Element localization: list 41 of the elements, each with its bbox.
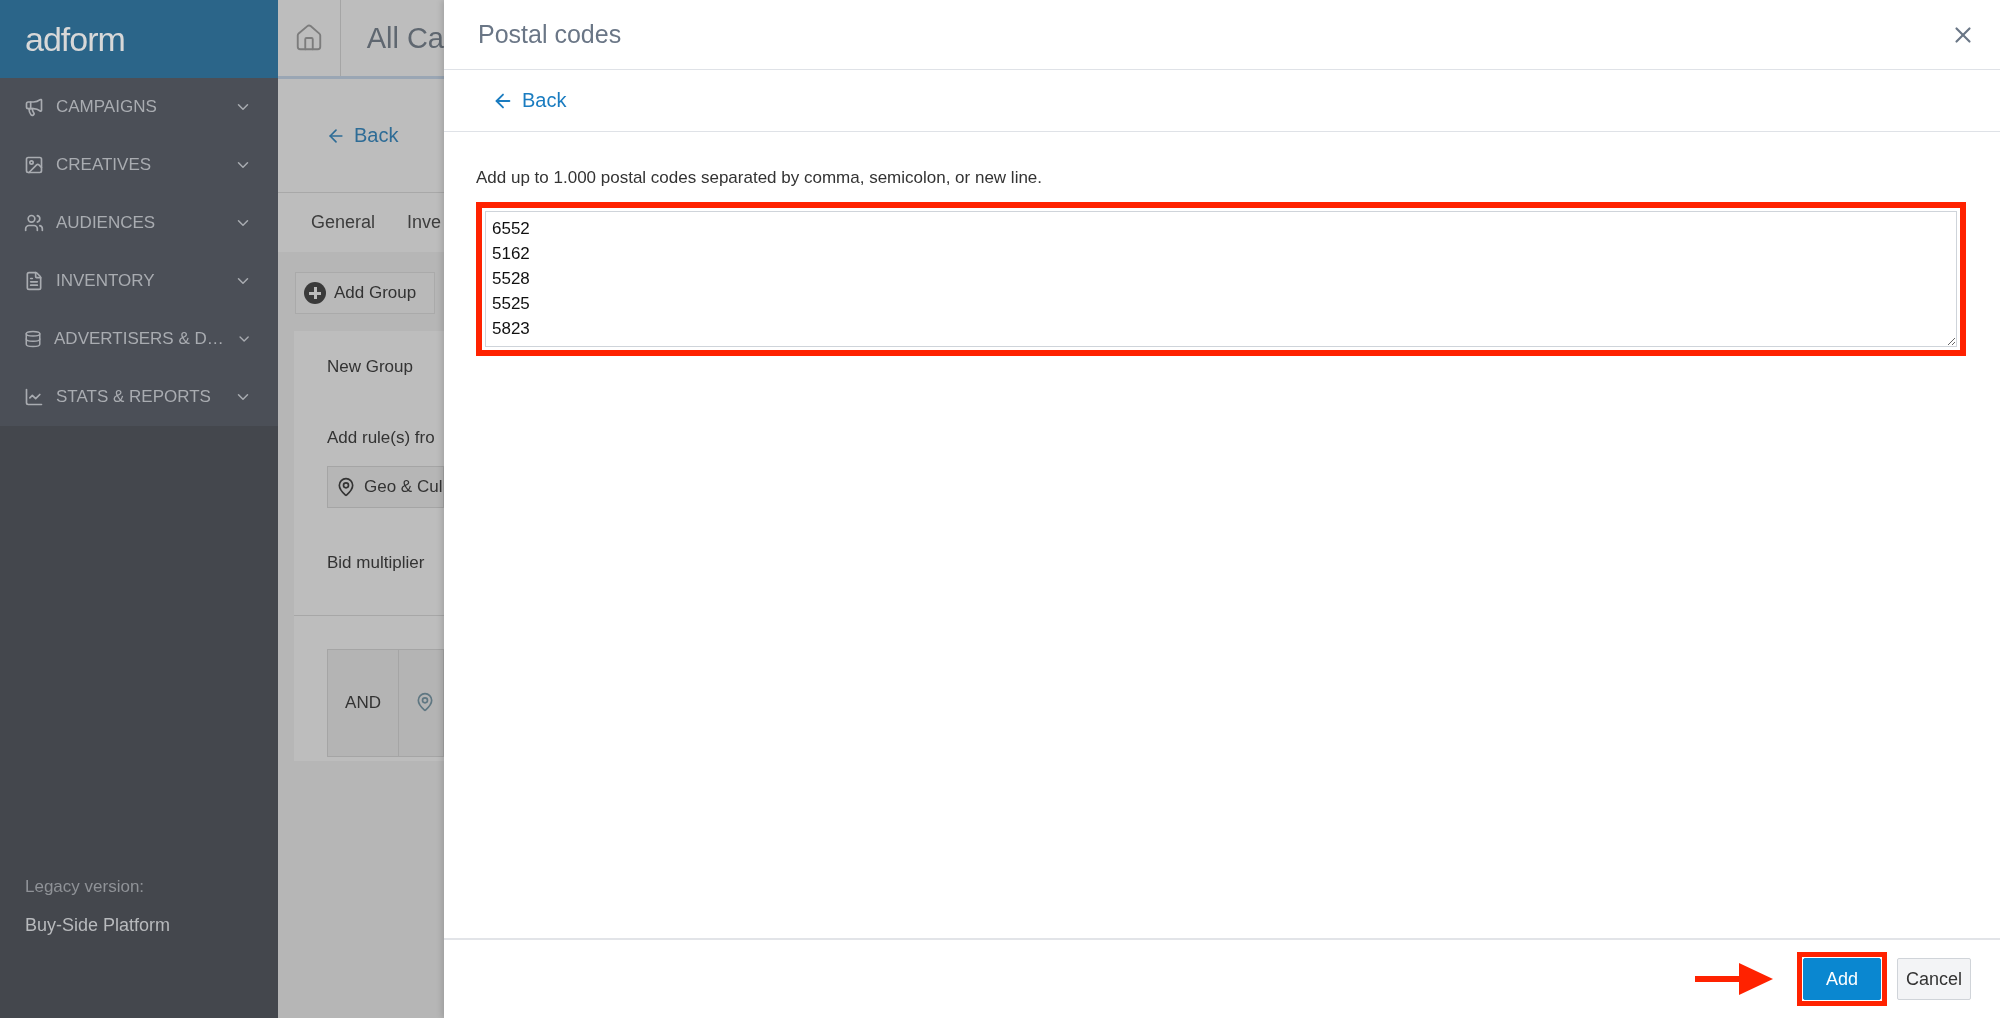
sidebar-item[interactable]: AUDIENCES xyxy=(0,194,278,252)
sidebar-item-label: CREATIVES xyxy=(56,155,153,175)
logo[interactable]: adform xyxy=(25,19,125,59)
sidebar-item[interactable]: CREATIVES xyxy=(0,136,278,194)
megaphone-icon xyxy=(24,97,44,117)
sidebar-item[interactable]: INVENTORY xyxy=(0,252,278,310)
sidebar-item-label: AUDIENCES xyxy=(56,213,157,233)
map-pin-icon xyxy=(336,477,356,497)
rule-button[interactable]: Geo & Cul xyxy=(327,466,444,508)
sidebar-item-label: INVENTORY xyxy=(56,271,156,291)
sidebar-item[interactable]: STATS & REPORTS xyxy=(0,368,278,426)
document-icon xyxy=(24,271,44,291)
rules-label: Add rule(s) fro xyxy=(326,428,436,448)
operator-label: AND xyxy=(328,650,399,756)
sidebar-item-label: STATS & REPORTS xyxy=(56,387,212,407)
page-title: All Ca xyxy=(365,21,444,55)
sidebar-item-label: ADVERTISERS & D… xyxy=(54,329,224,349)
image-icon xyxy=(24,155,44,175)
back-link[interactable]: Back xyxy=(492,89,567,112)
legacy-label: Legacy version: xyxy=(25,877,146,897)
sidebar-item-label: CAMPAIGNS xyxy=(56,97,158,117)
sidebar-item[interactable]: CAMPAIGNS xyxy=(0,78,278,136)
line-chart-icon xyxy=(24,387,44,407)
back-link[interactable]: Back xyxy=(326,124,399,147)
instructions-text: Add up to 1.000 postal codes separated by comma, semicolon, or new line. xyxy=(476,168,1044,188)
legacy-link[interactable]: Buy-Side Platform xyxy=(25,915,253,936)
database-icon xyxy=(24,329,43,349)
people-icon xyxy=(24,213,44,233)
bid-multiplier-label: Bid multiplier xyxy=(326,553,426,573)
group-name: New Group xyxy=(326,357,414,377)
sidebar-item[interactable]: ADVERTISERS & D… xyxy=(0,310,278,368)
add-group-button[interactable]: Add Group xyxy=(295,272,435,314)
plus-icon xyxy=(304,282,326,304)
tab[interactable]: General xyxy=(311,212,376,233)
add-button[interactable]: Add xyxy=(1802,958,1881,1000)
map-pin-icon xyxy=(415,692,435,712)
cancel-button[interactable]: Cancel xyxy=(1896,958,1971,1000)
panel-title: Postal codes xyxy=(478,20,622,49)
postal-codes-field[interactable]: 6552 5162 5528 5525 5823 xyxy=(485,211,1957,347)
arrow-icon xyxy=(1694,963,1773,995)
tab[interactable]: Inve xyxy=(407,212,442,233)
